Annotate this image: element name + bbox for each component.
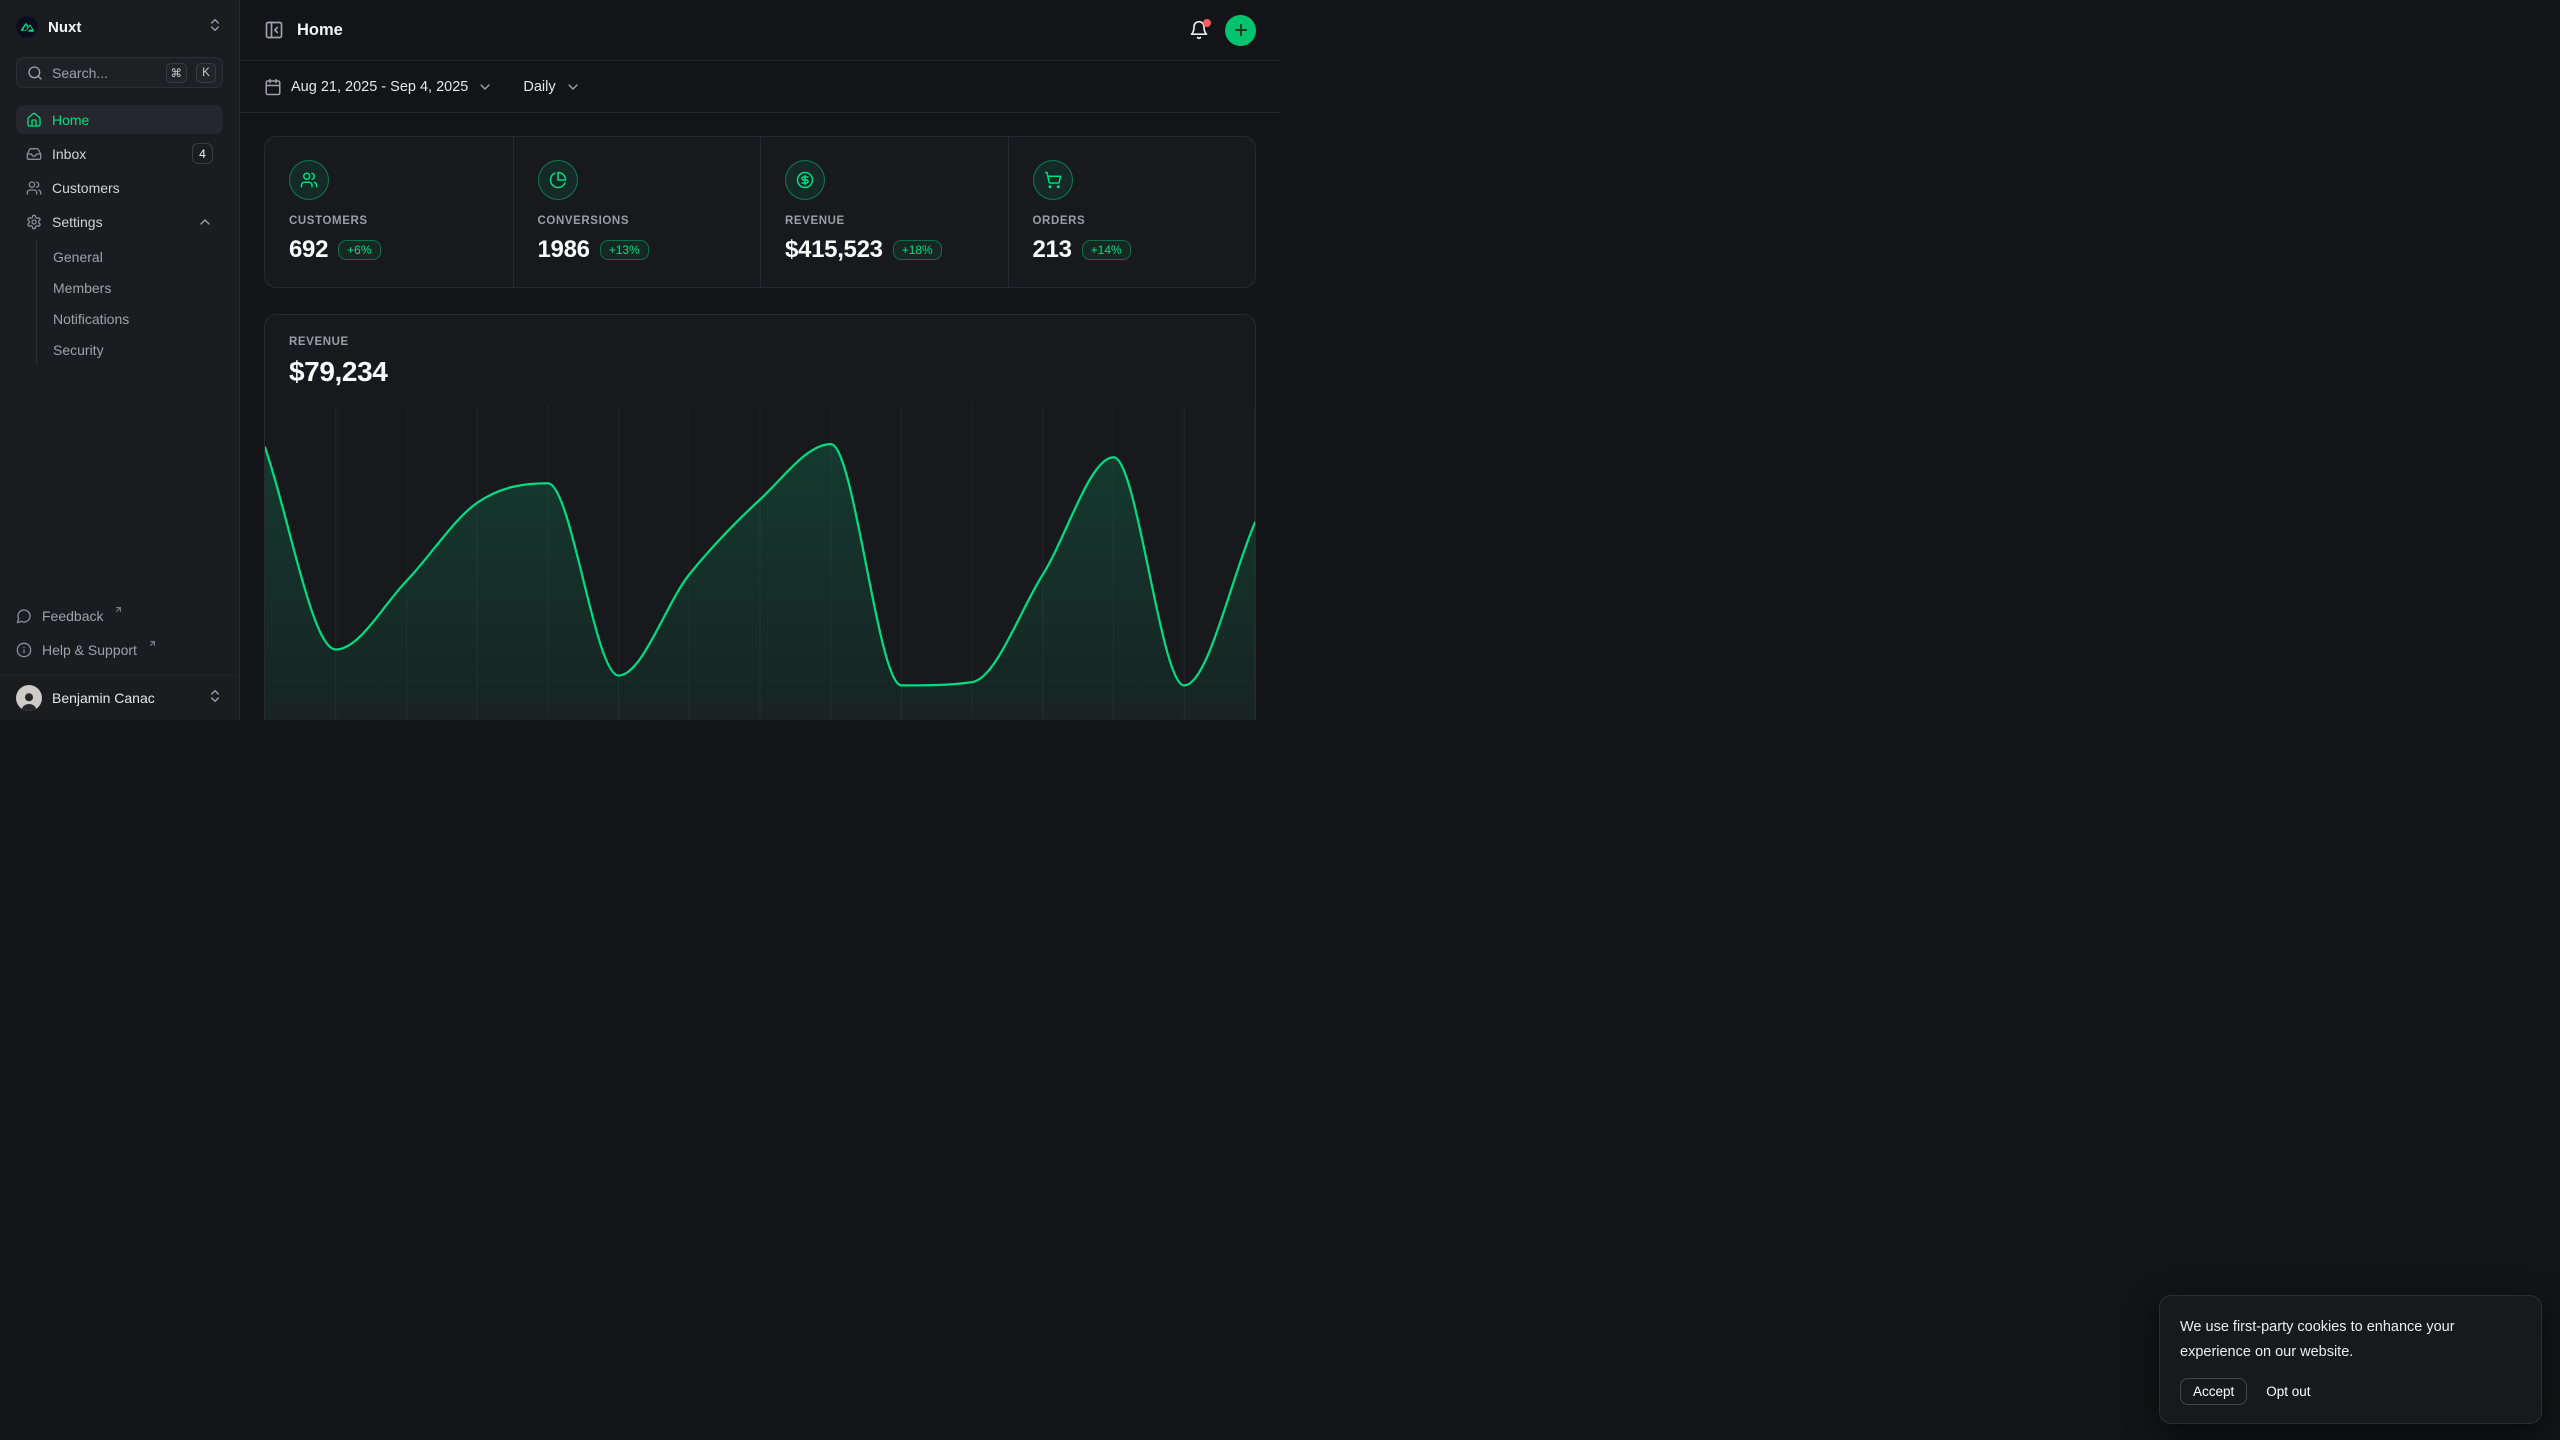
chevron-up-icon [197,214,213,230]
search-input[interactable]: Search... ⌘ K [16,57,223,88]
stat-delta-badge: +6% [338,240,380,260]
team-name: Nuxt [48,19,197,36]
collapse-sidebar-button[interactable] [264,20,284,40]
inbox-count-badge: 4 [192,143,213,164]
user-menu[interactable]: Benjamin Canac [0,675,239,720]
notification-dot [1203,19,1211,27]
stat-revenue[interactable]: REVENUE $415,523 +18% [760,137,1008,287]
help-support-label: Help & Support [42,642,137,658]
stat-label: CUSTOMERS [289,215,489,227]
settings-subnav: General Members Notifications Security [36,241,223,365]
revenue-area-chart[interactable] [265,405,1255,720]
granularity-value: Daily [523,79,555,95]
stat-value: 1986 [538,236,590,264]
area-chart-svg [265,405,1255,720]
stat-value: 692 [289,236,328,264]
stat-customers[interactable]: CUSTOMERS 692 +6% [265,137,513,287]
stat-label: REVENUE [785,215,984,227]
cookie-message: We use first-party cookies to enhance yo… [2180,1315,2521,1365]
dollar-circle-icon [785,160,825,200]
date-range-picker[interactable]: Aug 21, 2025 - Sep 4, 2025 [264,78,493,96]
chevrons-up-down-icon [207,17,223,38]
stat-delta-badge: +14% [1082,240,1131,260]
stat-label: CONVERSIONS [538,215,737,227]
search-placeholder: Search... [52,65,157,81]
granularity-select[interactable]: Daily [523,79,580,95]
add-button[interactable] [1225,15,1256,46]
users-icon [26,180,42,196]
user-name: Benjamin Canac [52,690,197,706]
cookie-banner: We use first-party cookies to enhance yo… [2159,1295,2542,1424]
feedback-link[interactable]: Feedback [16,601,223,631]
header-actions [1189,15,1256,46]
accept-button[interactable]: Accept [2180,1378,2247,1405]
sidebar-spacer [16,365,223,601]
external-link-icon [114,605,123,614]
stat-delta-badge: +18% [893,240,942,260]
revenue-chart-value: $79,234 [289,356,1231,388]
revenue-chart-header: REVENUE $79,234 [265,315,1255,388]
home-icon [26,112,42,128]
stat-label: ORDERS [1033,215,1232,227]
revenue-chart-label: REVENUE [289,336,1231,348]
sidebar-item-label: Inbox [52,146,86,162]
gear-icon [26,214,42,230]
page-content: CUSTOMERS 692 +6% CONVERSIONS 1986 +13% [240,113,1280,720]
plus-icon [1232,21,1250,39]
kbd-meta: ⌘ [166,63,188,83]
notifications-button[interactable] [1189,20,1209,40]
stat-conversions[interactable]: CONVERSIONS 1986 +13% [513,137,761,287]
chat-bubble-icon [16,608,32,624]
chevron-down-icon [565,79,581,95]
sidebar-item-general[interactable]: General [53,241,223,272]
sidebar-item-settings[interactable]: Settings [16,207,223,236]
kbd-k: K [196,63,216,83]
chevron-down-icon [477,79,493,95]
filters-toolbar: Aug 21, 2025 - Sep 4, 2025 Daily [240,61,1280,113]
help-support-link[interactable]: Help & Support [16,635,223,665]
sidebar-footer-links: Feedback Help & Support [16,601,223,675]
feedback-label: Feedback [42,608,103,624]
search-icon [27,65,43,81]
app-root: Nuxt Search... ⌘ K Home [0,0,1280,720]
calendar-icon [264,78,282,96]
inbox-icon [26,146,42,162]
stat-value: $415,523 [785,236,883,264]
sidebar-item-label: Settings [52,214,103,230]
stat-orders[interactable]: ORDERS 213 +14% [1008,137,1256,287]
external-link-icon [148,639,157,648]
users-icon [289,160,329,200]
stats-panel: CUSTOMERS 692 +6% CONVERSIONS 1986 +13% [264,136,1256,288]
shopping-cart-icon [1033,160,1073,200]
sidebar-item-home[interactable]: Home [16,105,223,134]
sidebar-nav: Home Inbox 4 Customers Settings [16,105,223,365]
team-selector[interactable]: Nuxt [16,12,223,42]
date-range-value: Aug 21, 2025 - Sep 4, 2025 [291,79,468,95]
cookie-actions: Accept Opt out [2180,1378,2521,1405]
sidebar-item-members[interactable]: Members [53,272,223,303]
main-area: Home Aug 21, 2025 - Sep 4, 2025 [240,0,1280,720]
stat-value: 213 [1033,236,1072,264]
sidebar-item-customers[interactable]: Customers [16,173,223,202]
info-circle-icon [16,642,32,658]
sidebar-item-security[interactable]: Security [53,334,223,365]
opt-out-button[interactable]: Opt out [2266,1379,2310,1404]
sidebar-item-label: Home [52,112,89,128]
page-header: Home [240,0,1280,61]
sidebar-item-notifications[interactable]: Notifications [53,303,223,334]
nuxt-logo [16,16,38,38]
sidebar-item-label: Customers [52,180,120,196]
sidebar-item-inbox[interactable]: Inbox 4 [16,139,223,168]
chevrons-up-down-icon [207,688,223,709]
pie-chart-icon [538,160,578,200]
sidebar: Nuxt Search... ⌘ K Home [0,0,240,720]
revenue-chart-card: REVENUE $79,234 [264,314,1256,720]
stat-delta-badge: +13% [600,240,649,260]
avatar [16,685,42,711]
page-title: Home [297,21,343,40]
